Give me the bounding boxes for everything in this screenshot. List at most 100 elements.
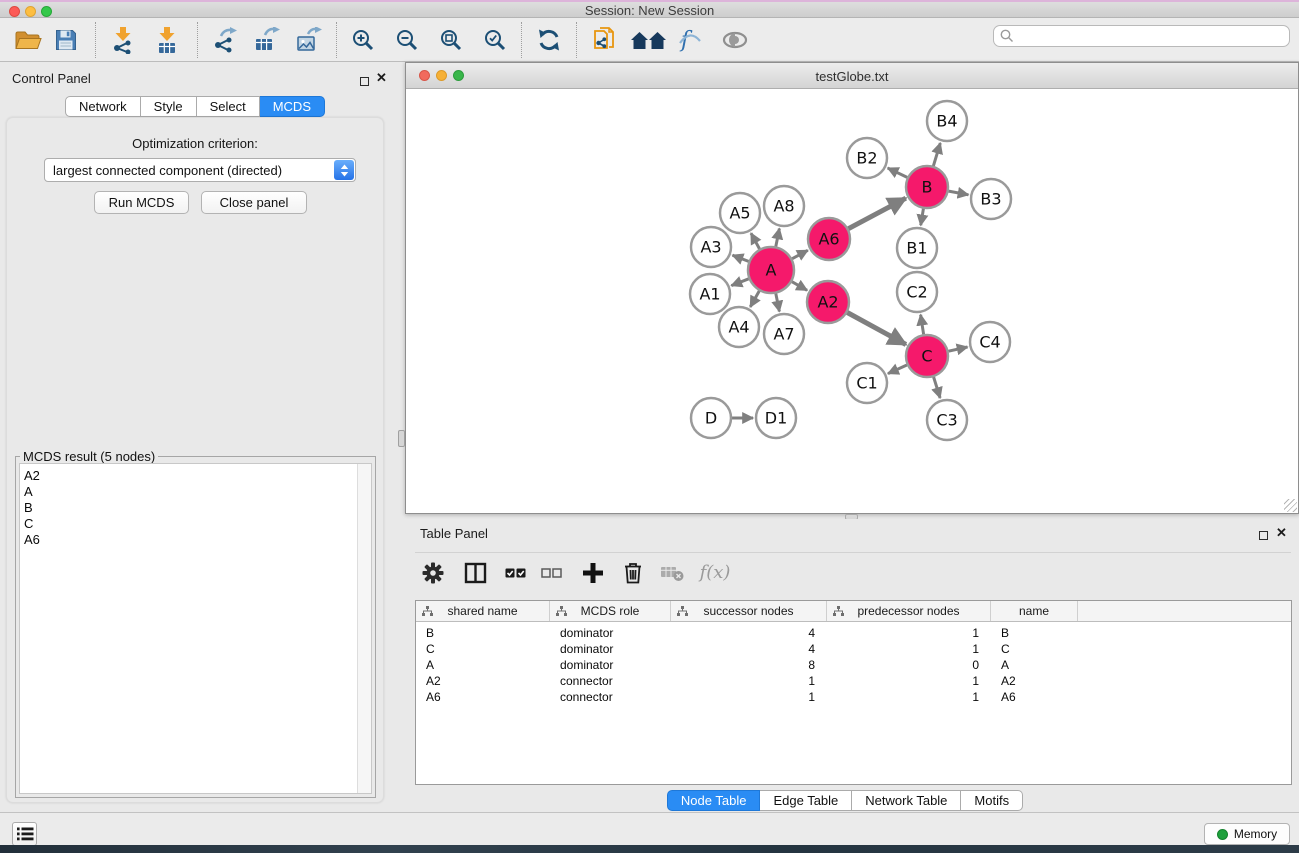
tab-node-table[interactable]: Node Table [667,790,761,811]
tab-network-table[interactable]: Network Table [852,790,961,811]
mcds-result-item-B[interactable]: B [20,500,371,516]
graph-node-A6[interactable]: A6 [808,218,850,260]
edge-A-A6[interactable] [792,250,808,258]
table-float-button[interactable] [1259,527,1268,545]
graph-node-A8[interactable]: A8 [764,186,804,226]
graph-node-B[interactable]: B [906,166,948,208]
cell[interactable]: 1 [671,674,827,688]
delete-column-button[interactable] [615,556,651,590]
close-panel-button[interactable]: ✕ [376,73,387,83]
graph-node-B1[interactable]: B1 [897,228,937,268]
home-layout-button[interactable] [629,23,669,57]
edge-A-A7[interactable] [776,294,780,312]
show-columns-button[interactable] [457,556,493,590]
mcds-result-item-A6[interactable]: A6 [20,532,371,548]
edge-A-A2[interactable] [792,282,807,291]
graph-node-B3[interactable]: B3 [971,179,1011,219]
tab-motifs[interactable]: Motifs [961,790,1023,811]
cell[interactable]: A6 [416,690,550,704]
deselect-all-button[interactable] [533,556,569,590]
open-session-button[interactable] [11,23,45,57]
cell[interactable]: 0 [827,658,991,672]
graph-node-A3[interactable]: A3 [691,227,731,267]
zoom-in-button[interactable] [346,23,380,57]
cell[interactable]: 4 [671,642,827,656]
column-header-predecessor-nodes[interactable]: predecessor nodes [827,601,991,621]
result-list-scrollbar[interactable] [357,464,371,793]
cell[interactable]: 1 [827,626,991,640]
graph-node-A4[interactable]: A4 [719,307,759,347]
network-canvas[interactable]: B4B2BB3A5A8A6A3B1AA1C2A2A4A7C4CC1C3DD1 [406,90,1298,513]
graph-node-A[interactable]: A [748,247,794,293]
table-row-A6[interactable]: A6connector11A6 [416,689,1291,705]
save-session-button[interactable] [49,23,83,57]
import-table-button[interactable] [150,23,184,57]
mcds-result-item-A2[interactable]: A2 [20,468,371,484]
graph-node-C[interactable]: C [906,335,948,377]
edge-A-A8[interactable] [776,229,780,247]
mcds-result-item-C[interactable]: C [20,516,371,532]
add-column-button[interactable] [575,556,611,590]
edge-B-B4[interactable] [933,143,940,166]
cell[interactable]: 4 [671,626,827,640]
cell[interactable]: 1 [827,642,991,656]
edge-A-A5[interactable] [751,233,760,249]
cell[interactable]: connector [550,674,671,688]
cell[interactable]: C [991,642,1078,656]
mcds-result-item-A[interactable]: A [20,484,371,500]
zoom-out-button[interactable] [390,23,424,57]
table-row-B[interactable]: Bdominator41B [416,625,1291,641]
cell[interactable]: 1 [671,690,827,704]
refresh-button[interactable] [532,23,566,57]
open-network-file-button[interactable] [588,23,622,57]
cell[interactable]: A [991,658,1078,672]
cell[interactable]: 1 [827,690,991,704]
edge-A6-B[interactable] [848,198,905,229]
delete-table-button[interactable] [655,556,691,590]
graph-node-A2[interactable]: A2 [807,281,849,323]
graph-node-A5[interactable]: A5 [720,193,760,233]
edge-B-B3[interactable] [949,191,969,195]
tab-select[interactable]: Select [197,96,260,117]
memory-button[interactable]: Memory [1204,823,1290,845]
graph-node-B2[interactable]: B2 [847,138,887,178]
network-window-titlebar[interactable]: testGlobe.txt [406,63,1298,89]
tab-edge-table[interactable]: Edge Table [760,790,852,811]
graph-node-C1[interactable]: C1 [847,363,887,403]
cell[interactable]: connector [550,690,671,704]
table-row-C[interactable]: Cdominator41C [416,641,1291,657]
column-header-name[interactable]: name [991,601,1078,621]
tab-network[interactable]: Network [65,96,141,117]
edge-A-A3[interactable] [733,255,749,261]
cell[interactable]: dominator [550,642,671,656]
cell[interactable]: dominator [550,658,671,672]
cell[interactable]: 1 [827,674,991,688]
zoom-selected-button[interactable] [478,23,512,57]
table-close-button[interactable]: ✕ [1276,528,1287,538]
cell[interactable]: A2 [991,674,1078,688]
select-all-button[interactable] [497,556,533,590]
cell[interactable]: B [991,626,1078,640]
edge-A-A1[interactable] [731,279,748,286]
export-table-button[interactable] [250,23,284,57]
graph-node-A1[interactable]: A1 [690,274,730,314]
window-resize-grip[interactable] [1284,499,1297,512]
table-row-A2[interactable]: A2connector11A2 [416,673,1291,689]
column-header-shared-name[interactable]: shared name [416,601,550,621]
export-network-button[interactable] [208,23,242,57]
search-input[interactable] [1019,29,1289,43]
edge-B-B1[interactable] [921,209,924,226]
criterion-dropdown[interactable]: largest connected component (directed) [44,158,356,182]
function-builder-button[interactable]: f(x) [693,556,737,590]
table-settings-button[interactable] [415,556,451,590]
cell[interactable]: 8 [671,658,827,672]
column-header-MCDS-role[interactable]: MCDS role [550,601,671,621]
edge-C-C2[interactable] [921,315,924,335]
cell[interactable]: A [416,658,550,672]
edge-A-A4[interactable] [750,291,759,307]
cell[interactable]: dominator [550,626,671,640]
table-row-A[interactable]: Adominator80A [416,657,1291,673]
cell[interactable]: C [416,642,550,656]
show-hide-button[interactable] [718,23,752,57]
cell[interactable]: A6 [991,690,1078,704]
